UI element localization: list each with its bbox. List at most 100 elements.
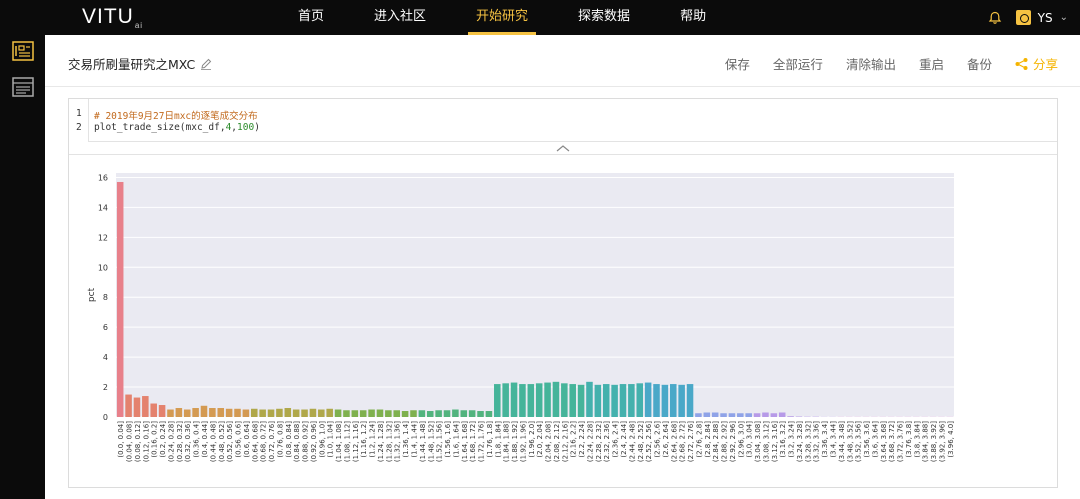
nav-community[interactable]: 进入社区 (366, 0, 434, 35)
user-name[interactable]: YS (1038, 11, 1053, 25)
restart-button[interactable]: 重启 (919, 54, 944, 73)
x-tick-label: (3.92, 3.96] (938, 421, 946, 462)
bar (561, 383, 568, 417)
x-tick-label: (3.12, 3.16] (771, 421, 779, 462)
x-tick-label: (1.2, 1.24] (369, 421, 377, 458)
save-button[interactable]: 保存 (725, 54, 750, 73)
x-tick-label: (2.44, 2.48] (628, 421, 636, 462)
bar (636, 383, 644, 417)
x-tick-label: (2.88, 2.92] (721, 421, 729, 462)
x-tick-label: (1.6, 1.64] (452, 421, 460, 458)
x-tick-label: (3.88, 3.92] (930, 421, 938, 462)
x-tick-label: (3.52, 3.56] (855, 421, 863, 462)
x-tick-label: (2.2, 2.24] (578, 421, 586, 458)
x-tick-label: (3.44, 3.48] (838, 421, 846, 462)
bar (594, 384, 602, 417)
x-tick-label: (3.8, 3.84] (913, 421, 921, 458)
trade-size-chart: 0246810121416pct(0.0, 0.04] (0.04, 0.08](… (87, 173, 955, 462)
avatar[interactable] (1015, 10, 1031, 25)
x-tick-label: (1.24, 1.28] (377, 421, 385, 462)
bar (762, 412, 769, 417)
bar (745, 413, 752, 417)
notebook-header: 交易所刷量研究之MXC 保存 全部运行 清除输出 重启 备份 分享 (45, 35, 1080, 87)
chevron-down-icon[interactable]: ⌄ (1060, 12, 1068, 23)
pencil-icon[interactable] (200, 58, 212, 70)
bar (653, 384, 660, 417)
run-all-button[interactable]: 全部运行 (773, 54, 823, 73)
nav-home[interactable]: 首页 (290, 0, 332, 35)
x-tick-label: (1.36, 1.4] (402, 421, 410, 458)
x-tick-label: (2.64, 2.68] (670, 421, 678, 462)
dataset-icon[interactable] (12, 77, 34, 97)
x-tick-label: (2.04, 2.08] (545, 421, 553, 462)
nav-research[interactable]: 开始研究 (468, 0, 537, 35)
bar (686, 384, 694, 417)
x-tick-label: (0.72, 0.76] (268, 421, 276, 462)
x-tick-label: (1.32, 1.36] (394, 421, 402, 462)
x-tick-label: (2.0, 2.04] (536, 421, 544, 458)
share-icon (1015, 57, 1028, 70)
bar (385, 410, 392, 417)
x-tick-label: (1.56, 1.6] (444, 421, 452, 458)
left-sidebar (0, 35, 45, 499)
backup-button[interactable]: 备份 (967, 54, 992, 73)
x-tick-label: (3.76, 3.8] (905, 421, 913, 458)
x-tick-label: (0.44, 0.48] (209, 421, 217, 462)
logo-sub: ai (134, 21, 144, 31)
x-tick-label: (2.56, 2.6] (654, 421, 662, 458)
x-tick-label: (1.04, 1.08] (335, 421, 343, 462)
y-tick-label: 2 (103, 383, 108, 392)
bar (309, 408, 317, 417)
x-tick-label: (1.68, 1.72] (469, 421, 477, 462)
x-tick-label: (1.08, 1.12] (343, 421, 351, 462)
bar (494, 384, 501, 417)
share-button[interactable]: 分享 (1015, 54, 1058, 73)
x-tick-label: (0.6, 0.64] (243, 421, 251, 458)
bar (426, 411, 434, 417)
plot-area (116, 173, 954, 417)
x-tick-label: (1.0, 1.04] (327, 421, 335, 458)
x-tick-label: (3.32, 3.36] (813, 421, 821, 462)
bar (343, 410, 350, 417)
x-tick-label: (1.4, 1.44] (410, 421, 418, 458)
bar (644, 382, 652, 417)
bar (720, 413, 727, 417)
vitu-logo[interactable]: VITUai (82, 5, 143, 30)
x-tick-label: (2.32, 2.36] (603, 421, 611, 462)
x-tick-label: (3.56, 3.6] (863, 421, 871, 458)
bar (552, 381, 560, 417)
bar (695, 413, 702, 417)
x-tick-label: (3.68, 3.72] (888, 421, 896, 462)
bell-icon[interactable] (988, 11, 1002, 25)
x-tick-label: (1.84, 1.88] (503, 421, 511, 462)
bar (728, 413, 736, 417)
x-tick-label: (3.04, 3.08] (754, 421, 762, 462)
x-tick-label: (3.24, 3.28] (796, 421, 804, 462)
bar (410, 410, 417, 417)
share-label: 分享 (1032, 57, 1058, 72)
x-tick-label: (0.52, 0.56] (226, 421, 234, 462)
bar (284, 408, 292, 417)
notebook-title[interactable]: 交易所刷量研究之MXC (68, 54, 212, 73)
nav-explore-data[interactable]: 探索数据 (570, 0, 638, 35)
y-tick-label: 10 (98, 263, 108, 272)
clear-output-button[interactable]: 清除输出 (846, 54, 896, 73)
x-tick-label: (0.96, 1.0] (318, 421, 326, 458)
bar (376, 409, 384, 417)
x-tick-label: (2.76, 2.8] (695, 421, 703, 458)
nav-help[interactable]: 帮助 (672, 0, 714, 35)
notebook-icon[interactable] (12, 41, 34, 61)
y-axis-label: pct (87, 287, 97, 302)
x-tick-label: (1.48, 1.52] (427, 421, 435, 462)
y-tick-label: 0 (103, 413, 108, 422)
y-tick-label: 14 (98, 203, 108, 212)
x-tick-label: (0.28, 0.32] (176, 421, 184, 462)
bar (678, 384, 685, 417)
bar (443, 410, 451, 417)
bar (460, 410, 468, 417)
x-tick-label: (2.68, 2.72] (679, 421, 687, 462)
x-tick-label: (0.12, 0.16] (142, 421, 150, 462)
bar (242, 409, 250, 417)
x-tick-label: (0.64, 0.68] (251, 421, 259, 462)
x-tick-label: (2.48, 2.52] (637, 421, 645, 462)
